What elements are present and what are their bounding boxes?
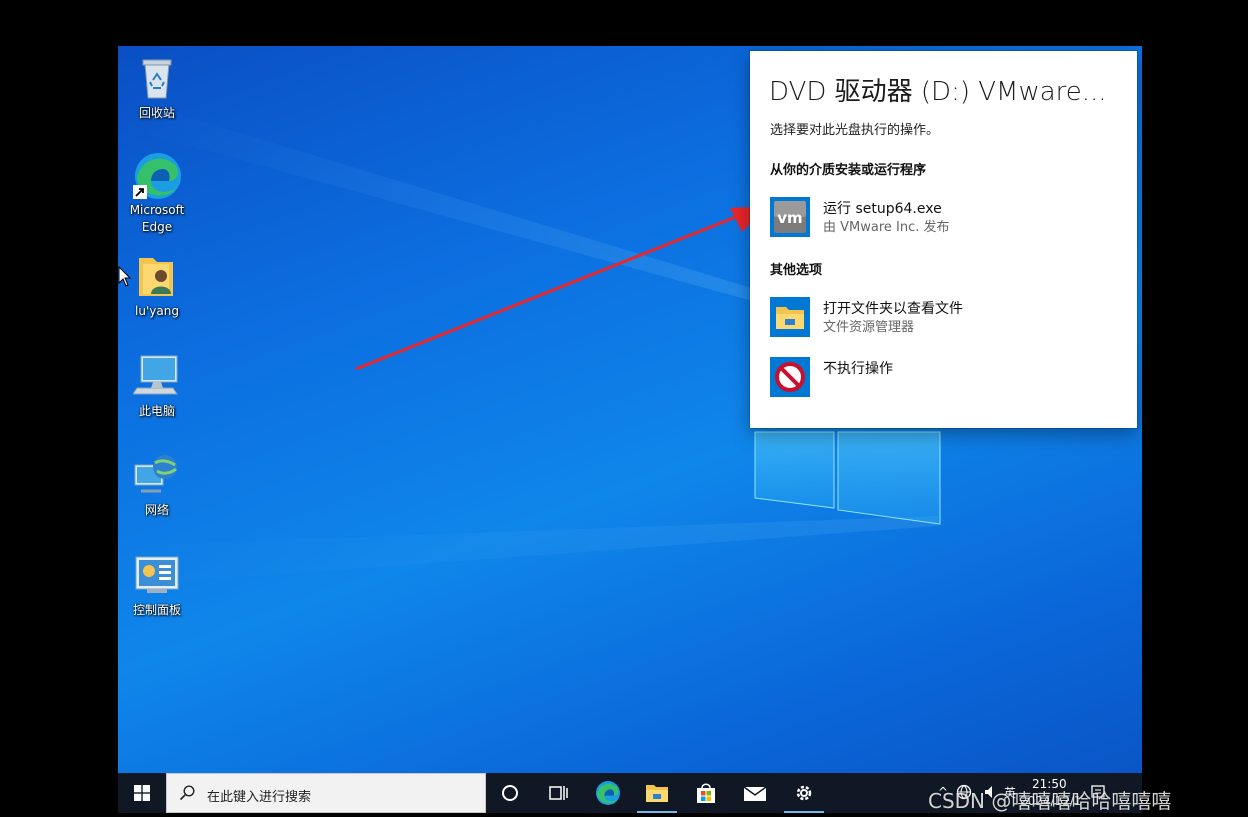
desktop-icon-label: lu'yang	[135, 304, 179, 318]
taskbar-store[interactable]	[682, 773, 730, 813]
option-open-folder-sub: 文件资源管理器	[823, 320, 915, 335]
desktop-icon-label: 此电脑	[138, 404, 175, 418]
desktop-icon-network[interactable]: 网络	[118, 451, 196, 519]
desktop-icon-label: 网络	[144, 503, 169, 517]
folder-icon	[770, 297, 810, 337]
cortana-button[interactable]	[486, 773, 534, 813]
option-open-folder[interactable]: 打开文件夹以查看文件 文件资源管理器	[770, 297, 1120, 341]
option-run-label: 运行 setup64.exe	[823, 201, 942, 217]
active-indicator	[637, 811, 677, 813]
section-install-heading: 从你的介质安装或运行程序	[770, 163, 927, 178]
option-open-folder-label: 打开文件夹以查看文件	[823, 301, 963, 317]
file-explorer-icon	[646, 785, 668, 802]
desktop: 回收站 Microsoft Edge lu'yang 此电脑 网络 控制面板 D…	[118, 46, 1142, 813]
active-indicator	[784, 811, 824, 813]
desktop-icon-this-pc[interactable]: 此电脑	[118, 352, 196, 420]
dialog-title: DVD 驱动器 (D:) VMware...	[769, 77, 1107, 107]
store-icon	[697, 783, 715, 803]
desktop-icon-recycle-bin[interactable]: 回收站	[118, 54, 196, 122]
taskbar-settings[interactable]	[780, 773, 828, 813]
taskbar-mail[interactable]	[731, 773, 779, 813]
edge-icon	[133, 151, 181, 199]
autoplay-dialog: DVD 驱动器 (D:) VMware... 选择要对此光盘执行的操作。 从你的…	[750, 51, 1137, 428]
task-view-icon	[549, 786, 568, 800]
edge-label-line1: Microsoft	[129, 203, 185, 217]
option-take-no-action[interactable]: 不执行操作	[770, 357, 1120, 401]
recycle-bin-icon	[133, 54, 181, 102]
start-button[interactable]	[118, 773, 166, 813]
search-placeholder: 在此键入进行搜索	[207, 790, 312, 805]
control-panel-icon	[133, 551, 181, 599]
option-none-label: 不执行操作	[823, 361, 893, 377]
watermark: CSDN @嘻嘻嘻哈哈嘻嘻嘻	[928, 789, 1172, 813]
desktop-icon-control-panel[interactable]: 控制面板	[118, 551, 196, 619]
task-view-button[interactable]	[534, 773, 582, 813]
edge-label-line2: Edge	[141, 220, 173, 234]
section-other-heading: 其他选项	[770, 263, 823, 278]
edge-icon	[596, 781, 620, 805]
desktop-icon-edge[interactable]: Microsoft Edge	[118, 151, 196, 236]
user-folder-icon	[133, 252, 181, 300]
mouse-cursor-icon	[118, 266, 132, 287]
dialog-subtitle: 选择要对此光盘执行的操作。	[770, 123, 940, 138]
desktop-icon-label: 控制面板	[132, 603, 181, 617]
taskbar-search-box[interactable]: 在此键入进行搜索	[166, 773, 486, 813]
taskbar-edge[interactable]	[584, 773, 632, 813]
cortana-icon	[502, 785, 518, 801]
network-icon	[133, 451, 181, 499]
desktop-icon-label: 回收站	[138, 106, 175, 120]
windows-logo-icon	[134, 785, 150, 801]
no-action-icon	[770, 357, 810, 397]
desktop-icon-label: Microsoft Edge	[130, 202, 185, 236]
settings-icon	[796, 785, 812, 801]
svg-text:vm: vm	[777, 209, 802, 227]
taskbar-file-explorer[interactable]	[633, 773, 681, 813]
option-run-publisher: 由 VMware Inc. 发布	[823, 220, 950, 235]
vmware-icon: vm	[770, 197, 810, 237]
computer-icon	[132, 352, 181, 400]
search-icon	[179, 785, 195, 801]
option-run-setup[interactable]: vm 运行 setup64.exe 由 VMware Inc. 发布	[770, 197, 1120, 241]
mail-icon	[743, 786, 767, 801]
